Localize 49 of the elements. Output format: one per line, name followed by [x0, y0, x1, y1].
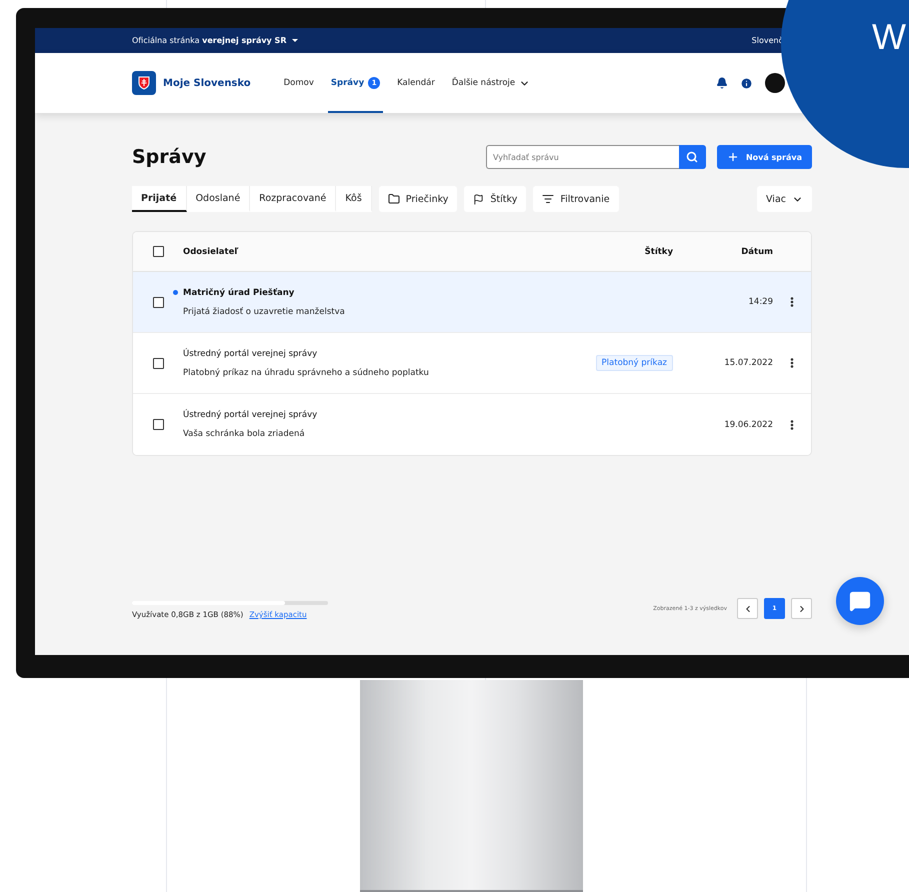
- nav-link[interactable]: Domov: [280, 53, 317, 113]
- previous-page-button[interactable]: [737, 598, 758, 619]
- page-title: Správy: [132, 146, 206, 168]
- chat-icon: [849, 590, 871, 612]
- message-tag: Platobný príkaz: [596, 355, 673, 371]
- select-all-checkbox[interactable]: [152, 246, 164, 257]
- chat-button[interactable]: [836, 577, 884, 625]
- official-site-notice[interactable]: Oficiálna stránka verejnej správy SR: [132, 36, 286, 45]
- column-header: Odosielateľ: [183, 246, 238, 256]
- toolbar-button[interactable]: Štítky: [464, 186, 526, 212]
- info-icon[interactable]: [740, 76, 753, 90]
- column-header: Štítky: [644, 246, 673, 256]
- message-subject: Platobný príkaz na úhradu správneho a súdneho poplatku: [183, 368, 430, 378]
- search-icon: [686, 151, 698, 163]
- folder-tab[interactable]: Prijaté: [132, 186, 187, 212]
- more-button[interactable]: Viac: [757, 186, 812, 212]
- flag-icon: [473, 194, 484, 204]
- toolbar-button[interactable]: Filtrovanie: [533, 186, 619, 212]
- message-subject: Vaša schránka bola zriadená: [183, 429, 306, 439]
- promo-letter: W: [872, 16, 906, 58]
- column-header: Dátum: [741, 246, 773, 256]
- row-checkbox[interactable]: [152, 296, 164, 308]
- message-date: 14:29: [748, 297, 773, 307]
- caret-icon: [292, 39, 298, 42]
- message-date: 19.06.2022: [724, 420, 773, 430]
- logo-icon: [132, 71, 156, 95]
- bell-icon[interactable]: [716, 77, 728, 89]
- message-date: 15.07.2022: [724, 358, 773, 368]
- filter-icon: [542, 193, 554, 205]
- row-checkbox[interactable]: [152, 419, 164, 430]
- plus-icon: [726, 151, 739, 163]
- row-checkbox[interactable]: [152, 358, 164, 368]
- sender-name: Ústredný portál verejnej správy: [183, 410, 318, 420]
- message-subject: Prijatá žiadosť o uzavretie manželstva: [183, 306, 346, 316]
- nav-link[interactable]: Ďalšie nástroje: [448, 53, 534, 113]
- language-selector[interactable]: Slovenč: [752, 36, 783, 45]
- search-button[interactable]: [678, 145, 706, 169]
- avatar[interactable]: [765, 73, 785, 93]
- nav-link[interactable]: Kalendár: [394, 53, 438, 113]
- next-page-button[interactable]: [791, 598, 812, 619]
- new-message-button[interactable]: Nová správa: [716, 145, 812, 169]
- folder-icon: [388, 193, 400, 205]
- sender-name: Ústredný portál verejnej správy: [183, 348, 318, 358]
- search-field[interactable]: Vyhľadať správu: [486, 145, 679, 169]
- logo-text[interactable]: Moje Slovensko: [163, 78, 251, 88]
- unread-dot: [173, 290, 178, 295]
- toolbar-button[interactable]: Priečinky: [378, 186, 458, 212]
- message-row[interactable]: Matričný úrad Piešťany Prijatá žiadosť o uzavretie manželstva 14:29: [133, 272, 811, 333]
- sender-name: Matričný úrad Piešťany: [183, 288, 296, 298]
